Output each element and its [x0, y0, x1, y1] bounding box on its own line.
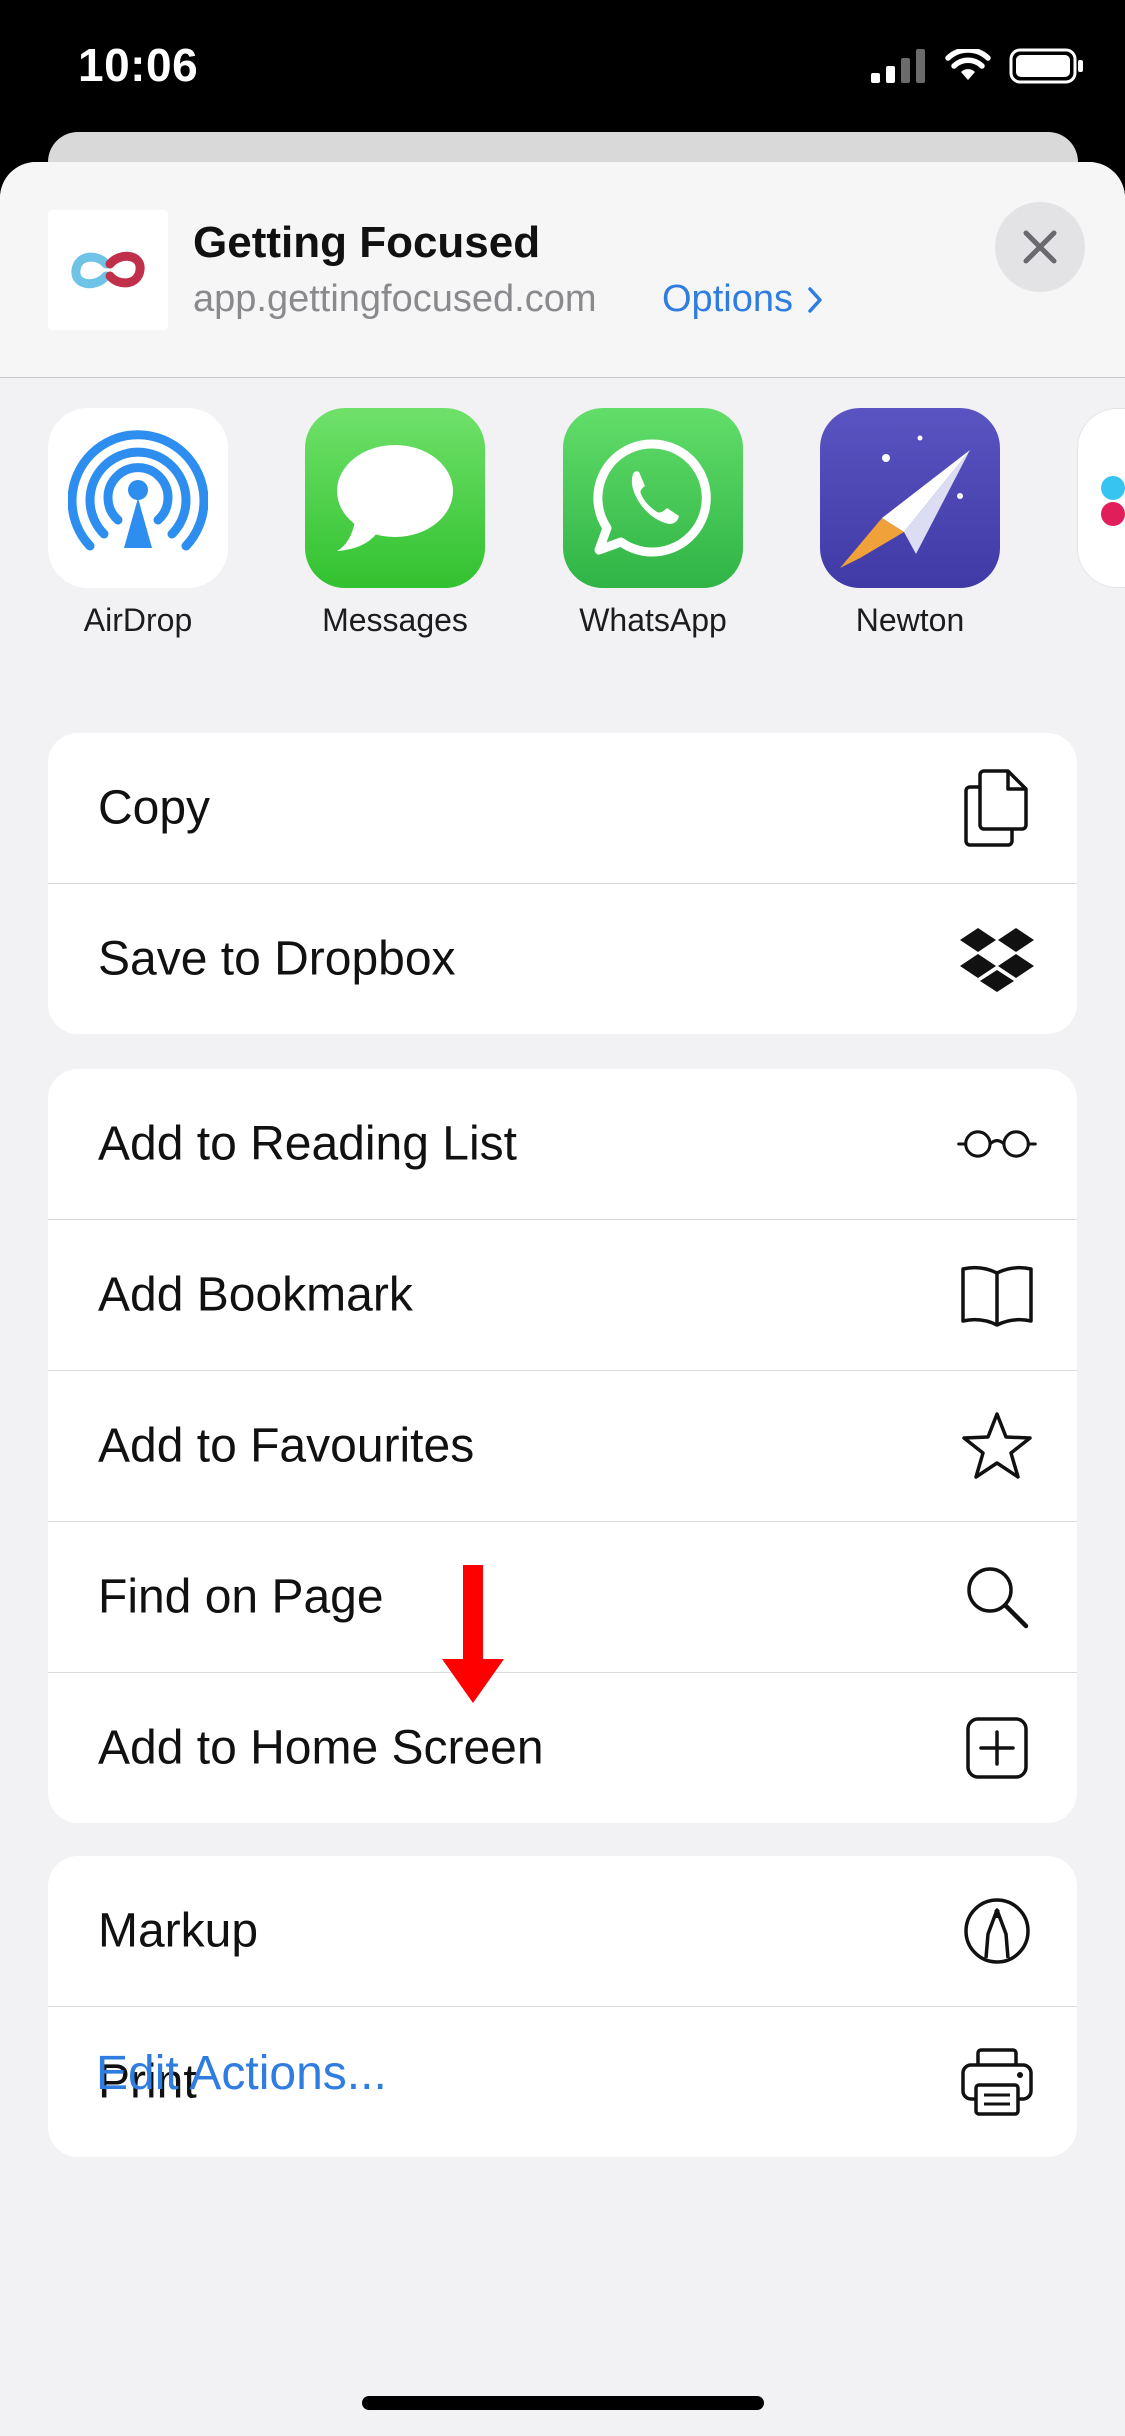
app-label: Messages [322, 602, 468, 638]
plus-square-icon [957, 1708, 1037, 1788]
action-label: Markup [98, 1904, 259, 1958]
action-group-2: Add to Reading List Add Bookmark Add to … [48, 1069, 1077, 1823]
home-indicator [362, 2396, 764, 2410]
chevron-right-icon [808, 286, 822, 313]
site-thumbnail [48, 210, 168, 330]
partial-app-icon [1077, 408, 1125, 588]
annotation-arrow [440, 1565, 506, 1710]
star-icon [957, 1406, 1037, 1486]
action-label: Add Bookmark [98, 1268, 413, 1322]
app-airdrop[interactable]: AirDrop [48, 408, 228, 639]
app-newton[interactable]: Newton [820, 408, 1000, 639]
app-whatsapp[interactable]: WhatsApp [563, 408, 743, 639]
share-apps-row: AirDrop Messages WhatsApp Newton [0, 408, 1125, 638]
action-label: Add to Reading List [98, 1117, 517, 1171]
getting-focused-logo-icon [71, 251, 145, 289]
options-link[interactable]: Options [662, 278, 823, 321]
action-add-to-home-screen[interactable]: Add to Home Screen [48, 1673, 1077, 1823]
action-add-bookmark[interactable]: Add Bookmark [48, 1220, 1077, 1371]
action-find-on-page[interactable]: Find on Page [48, 1522, 1077, 1673]
action-label: Save to Dropbox [98, 932, 456, 986]
app-label: WhatsApp [579, 602, 727, 638]
battery-icon [1009, 48, 1083, 84]
app-partial[interactable] [1077, 408, 1125, 588]
edit-actions-link[interactable]: Edit Actions... [96, 2046, 387, 2101]
site-title: Getting Focused [193, 218, 541, 267]
action-label: Find on Page [98, 1570, 384, 1624]
action-label: Add to Favourites [98, 1419, 475, 1473]
glasses-icon [957, 1104, 1037, 1184]
app-messages[interactable]: Messages [305, 408, 485, 639]
markup-icon [957, 1891, 1037, 1971]
share-sheet-header: Getting Focused app.gettingfocused.com O… [0, 162, 1125, 378]
book-icon [957, 1255, 1037, 1335]
printer-icon [957, 2042, 1037, 2122]
action-markup[interactable]: Markup [48, 1856, 1077, 2007]
action-copy[interactable]: Copy [48, 733, 1077, 884]
status-bar: 10:06 [0, 0, 1125, 135]
close-button[interactable] [995, 202, 1085, 292]
options-label: Options [662, 278, 793, 320]
screen: 10:06 Getting Focused app.gettingfocused… [0, 0, 1125, 2436]
dropbox-icon [957, 919, 1037, 999]
action-add-to-favourites[interactable]: Add to Favourites [48, 1371, 1077, 1522]
status-icons [871, 48, 1085, 84]
status-time: 10:06 [78, 39, 199, 91]
action-add-to-reading-list[interactable]: Add to Reading List [48, 1069, 1077, 1220]
app-label: AirDrop [83, 602, 193, 638]
action-label: Copy [98, 781, 211, 835]
action-group-3: Markup Print [48, 1856, 1077, 2157]
whatsapp-icon [563, 408, 743, 588]
app-label: Newton [855, 602, 965, 638]
arrow-down-icon [442, 1565, 504, 1703]
newton-icon [820, 408, 1000, 588]
action-save-to-dropbox[interactable]: Save to Dropbox [48, 884, 1077, 1034]
site-url: app.gettingfocused.com [193, 278, 597, 320]
airdrop-icon [48, 408, 228, 588]
signal-icon [871, 49, 925, 83]
copy-icon [957, 768, 1037, 848]
search-icon [957, 1557, 1037, 1637]
messages-icon [305, 408, 485, 588]
action-group-1: Copy Save to Dropbox [48, 733, 1077, 1034]
wifi-icon [945, 49, 991, 80]
action-label: Add to Home Screen [98, 1721, 544, 1775]
close-icon [1023, 230, 1057, 264]
